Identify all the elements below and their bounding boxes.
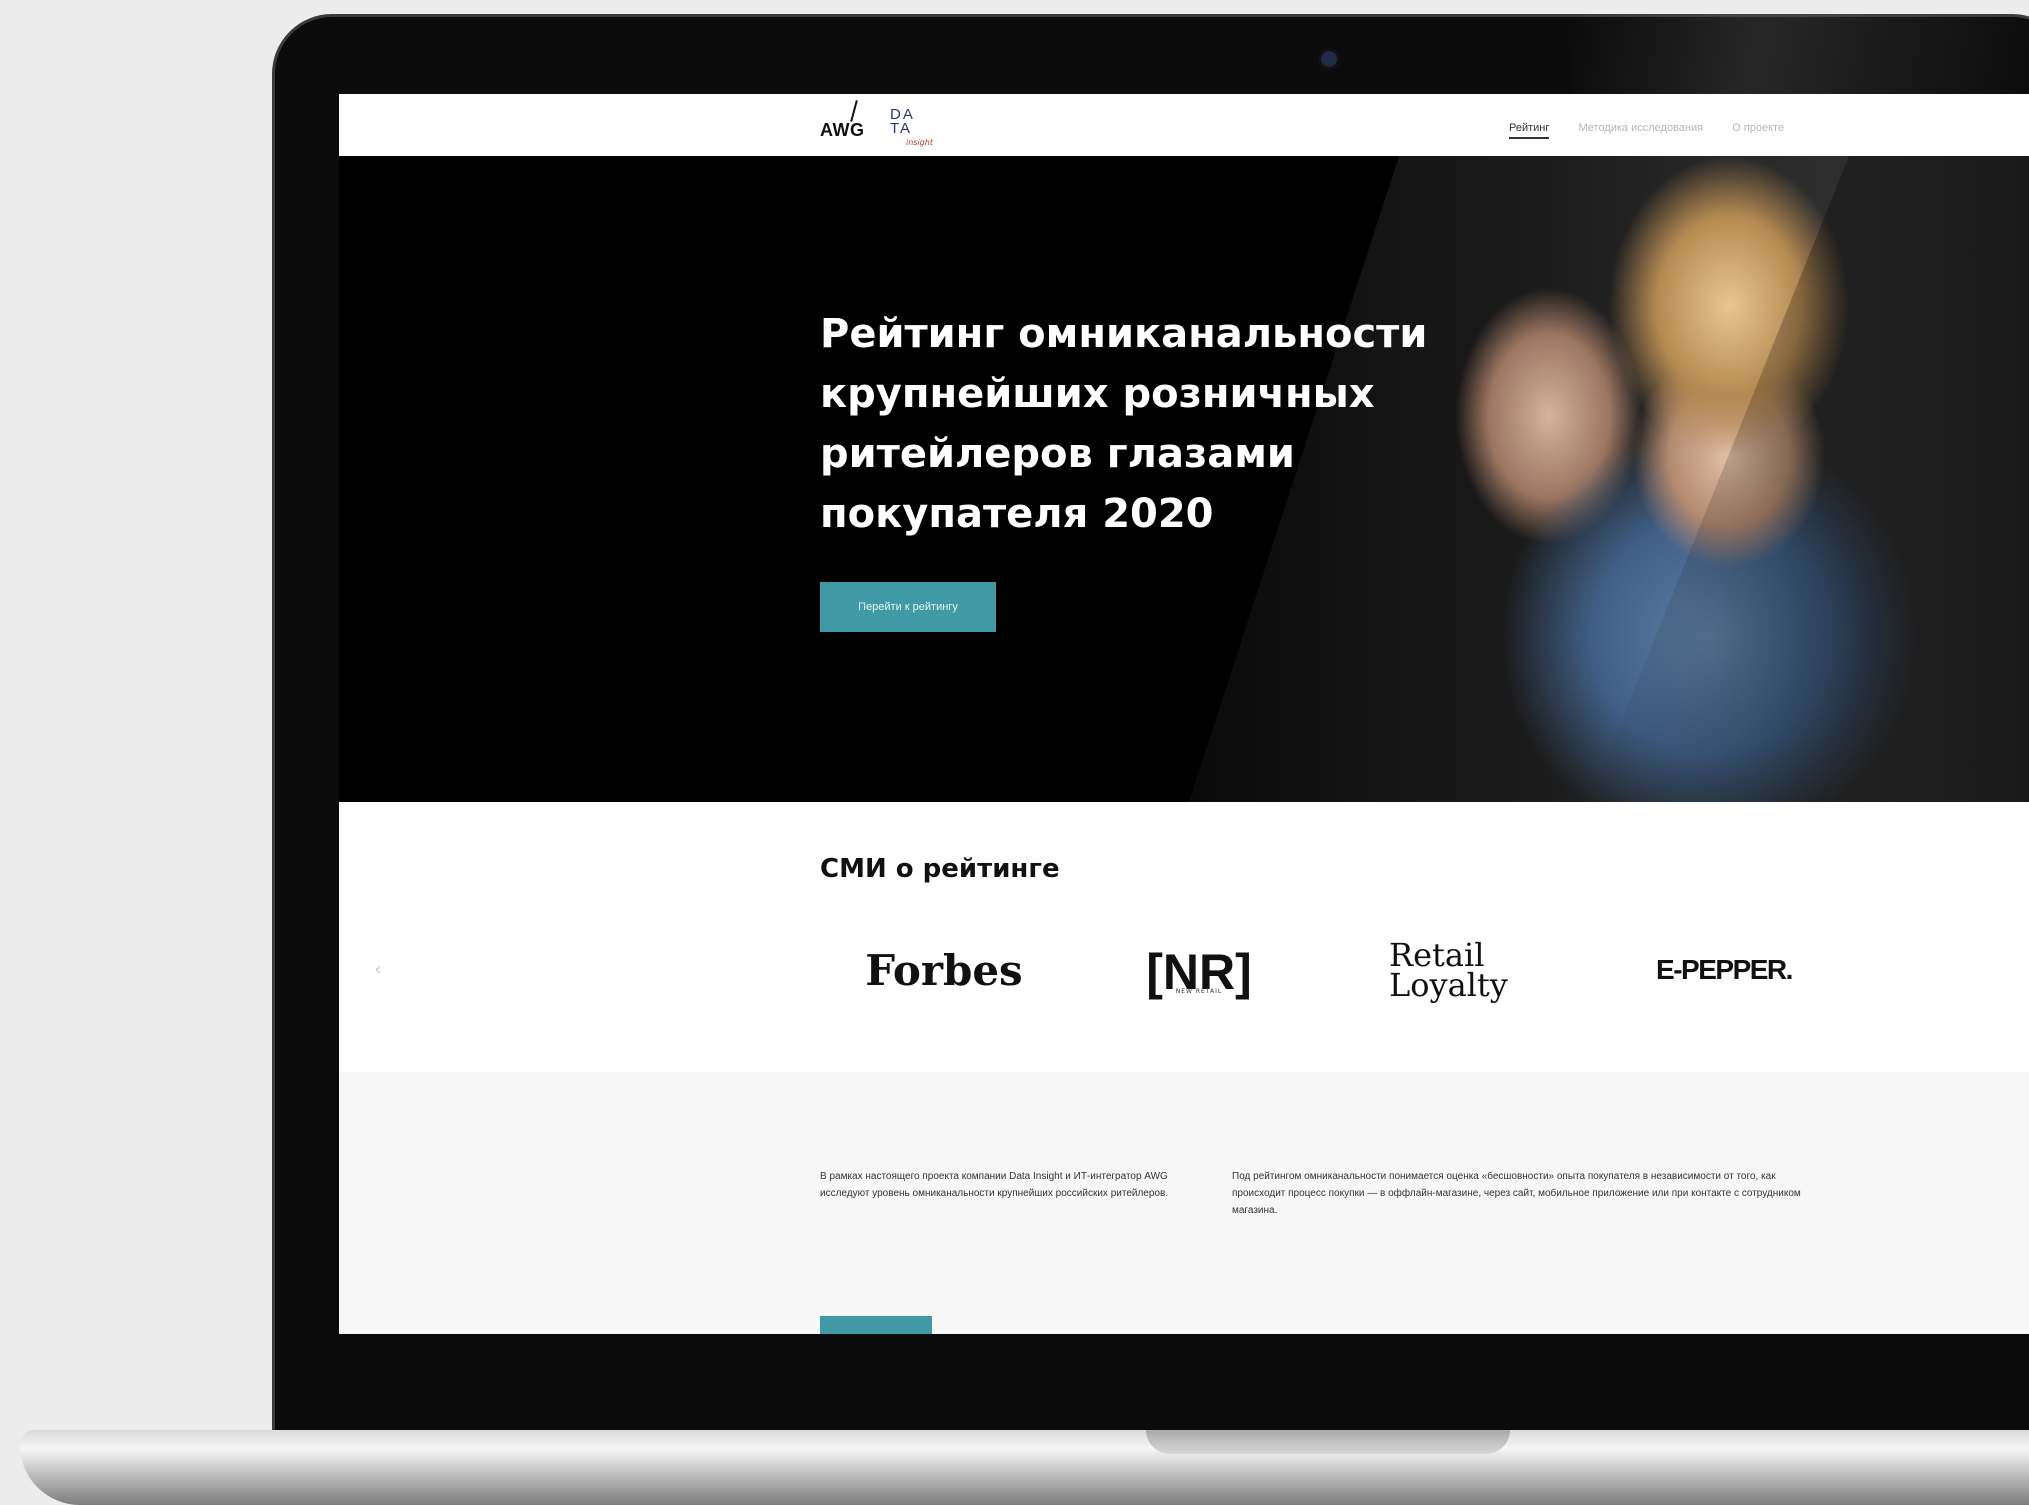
logo-data-bottom: TA bbox=[890, 120, 913, 137]
retail-loyalty-line2: Loyalty bbox=[1389, 966, 1508, 1004]
new-retail-logo[interactable]: [NR] NEW RETAIL bbox=[1139, 930, 1259, 1010]
nav-item-methodology[interactable]: Методика исследования bbox=[1578, 122, 1703, 134]
media-section-title: СМИ о рейтинге bbox=[820, 854, 1060, 884]
nav-item-about[interactable]: О проекте bbox=[1732, 122, 1784, 134]
e-pepper-logo[interactable]: E-PEPPER. bbox=[1624, 930, 1824, 1010]
laptop-screen: AWG DA TA insight Рейтинг Методика иссле… bbox=[339, 94, 2029, 1334]
laptop-base-notch bbox=[1146, 1430, 1510, 1454]
media-section: СМИ о рейтинге ‹ Forbes [NR] NEW RETAIL … bbox=[339, 802, 2029, 1072]
hero-section: Рейтинг омниканальности крупнейших розни… bbox=[339, 156, 2029, 802]
camera-icon bbox=[1321, 51, 1337, 67]
nav-item-rating[interactable]: Рейтинг bbox=[1509, 122, 1550, 139]
awg-data-insight-logo[interactable]: AWG DA TA insight bbox=[820, 100, 960, 152]
retail-loyalty-logo[interactable]: Retail Loyalty bbox=[1389, 930, 1549, 1010]
about-section: В рамках настоящего проекта компании Dat… bbox=[339, 1072, 2029, 1334]
about-action-button[interactable] bbox=[820, 1316, 932, 1334]
go-to-rating-button[interactable]: Перейти к рейтингу bbox=[820, 582, 996, 632]
top-navigation: AWG DA TA insight Рейтинг Методика иссле… bbox=[339, 94, 2029, 156]
carousel-prev-arrow-icon[interactable]: ‹ bbox=[371, 960, 385, 980]
new-retail-subtitle: NEW RETAIL bbox=[1175, 987, 1223, 995]
logo-slash bbox=[850, 100, 858, 122]
logo-insight-text: insight bbox=[906, 138, 933, 147]
about-text-left: В рамках настоящего проекта компании Dat… bbox=[820, 1171, 1169, 1199]
main-nav: Рейтинг Методика исследования О проекте bbox=[1509, 116, 1808, 140]
logo-awg-text: AWG bbox=[820, 120, 865, 140]
laptop-base bbox=[20, 1430, 2029, 1505]
hero-title: Рейтинг омниканальности крупнейших розни… bbox=[820, 311, 1428, 537]
about-text-right: Под рейтингом омниканальности понимается… bbox=[1232, 1171, 1801, 1216]
forbes-logo[interactable]: Forbes bbox=[859, 930, 1029, 1010]
